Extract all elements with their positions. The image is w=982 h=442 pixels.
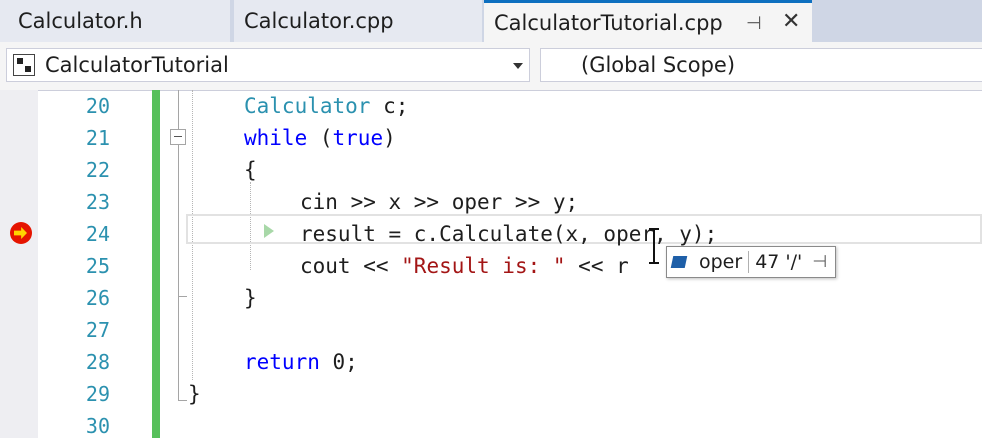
outline-end [178, 296, 187, 297]
tab-label: Calculator.cpp [244, 9, 394, 33]
scope-name: (Global Scope) [581, 53, 736, 77]
code-line-29: } [188, 382, 201, 406]
code-text: << r [565, 254, 629, 278]
line-number: 29 [85, 382, 110, 406]
outline-line [178, 145, 179, 400]
debugger-datatip[interactable]: oper 47 '/' ⊣ [666, 246, 837, 278]
tab-calculator-h[interactable]: Calculator.h [0, 0, 230, 42]
tab-calculatortutorial-cpp[interactable]: CalculatorTutorial.cpp ⊣ ✕ [484, 0, 812, 42]
project-icon [13, 54, 35, 76]
variable-icon [671, 253, 689, 271]
tab-label: Calculator.h [18, 9, 143, 33]
datatip-value[interactable]: 47 '/' [755, 251, 802, 273]
chevron-down-icon[interactable] [513, 63, 523, 69]
tab-label: CalculatorTutorial.cpp [494, 10, 723, 35]
code-text: 0; [319, 350, 358, 374]
document-tab-strip: Calculator.h Calculator.cpp CalculatorTu… [0, 0, 982, 42]
code-line-22: { [244, 158, 257, 182]
navigation-bar: CalculatorTutorial (Global Scope) [0, 42, 982, 91]
line-number: 27 [85, 318, 110, 342]
outline-line [178, 90, 179, 129]
string-token: "Result is: " [401, 254, 566, 278]
code-line-26: } [244, 286, 257, 310]
run-to-click-icon[interactable] [264, 224, 274, 238]
scope-dropdown[interactable]: (Global Scope) [540, 48, 982, 82]
collapse-outline-icon[interactable] [170, 129, 186, 145]
code-line-23: cin >> x >> oper >> y; [300, 190, 579, 214]
datatip-variable-name: oper [699, 251, 743, 273]
line-number: 30 [85, 414, 110, 438]
tab-calculator-cpp[interactable]: Calculator.cpp [234, 0, 482, 42]
code-text: cout << [300, 254, 402, 278]
code-line-25: cout << "Result is: " << r [300, 250, 629, 282]
line-number: 21 [85, 126, 110, 150]
line-number: 28 [85, 350, 110, 374]
outline-end [178, 400, 187, 401]
text-cursor-icon [649, 228, 659, 264]
close-tab-icon[interactable]: ✕ [782, 9, 800, 34]
line-number: 20 [85, 94, 110, 118]
keyword-token: return [244, 350, 320, 374]
code-text: ( [307, 126, 333, 150]
line-number: 24 [85, 222, 110, 246]
indicator-margin[interactable] [0, 90, 38, 438]
code-editor[interactable]: 20 21 22 23 24 25 26 27 28 29 30 Calcula… [0, 90, 982, 438]
keyword-token: true [332, 126, 384, 150]
line-number: 22 [85, 158, 110, 182]
datatip-separator [748, 251, 750, 273]
code-line-21: while (true) [244, 122, 396, 154]
line-number: 23 [85, 190, 110, 214]
code-text: ) [383, 126, 396, 150]
code-line-20: Calculator c; [244, 90, 408, 122]
project-name: CalculatorTutorial [45, 53, 229, 77]
type-token: Calculator [244, 94, 371, 118]
code-text: c; [370, 94, 409, 118]
line-number: 25 [85, 254, 110, 278]
breakpoint-current-statement-icon[interactable] [10, 222, 32, 244]
keyword-token: while [244, 126, 308, 150]
code-line-28: return 0; [244, 346, 358, 378]
change-tracking-bar [152, 90, 160, 438]
line-number: 26 [85, 286, 110, 310]
pin-tab-icon[interactable]: ⊣ [746, 13, 762, 34]
pin-datatip-icon[interactable]: ⊣ [812, 252, 827, 272]
project-dropdown[interactable]: CalculatorTutorial [6, 48, 530, 82]
